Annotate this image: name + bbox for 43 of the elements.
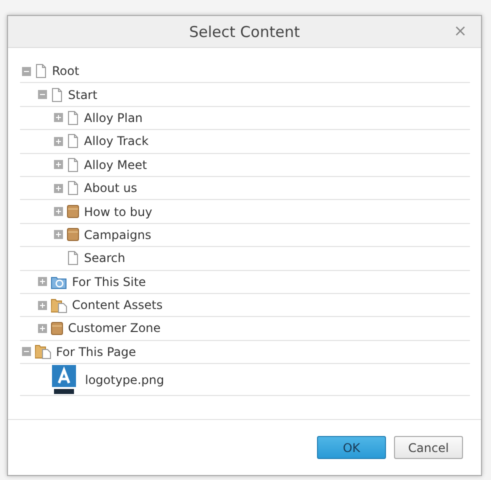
expand-toggle[interactable] (54, 184, 63, 193)
tree-item[interactable]: Start (68, 88, 98, 102)
folder-page-icon (51, 298, 67, 313)
expand-toggle[interactable] (54, 207, 63, 216)
expand-toggle[interactable] (54, 160, 63, 170)
collapse-toggle[interactable] (22, 66, 31, 76)
expand-toggle[interactable] (54, 230, 63, 240)
box-icon (51, 322, 63, 335)
folder-page-icon (35, 344, 51, 360)
tree-item[interactable]: About us (84, 181, 138, 196)
collapse-toggle[interactable] (22, 347, 31, 356)
image-thumbnail-icon (52, 364, 76, 395)
tree-item[interactable]: Search (84, 251, 126, 266)
page-icon (51, 88, 63, 102)
expand-toggle[interactable] (54, 113, 63, 122)
page-icon (67, 110, 79, 125)
expand-toggle[interactable] (54, 136, 63, 146)
ok-button[interactable]: OK (317, 436, 386, 459)
collapse-toggle[interactable] (38, 90, 47, 100)
tree-item[interactable]: Alloy Plan (84, 110, 143, 125)
tree-item[interactable]: How to buy (84, 204, 152, 219)
tree-item[interactable]: For This Site (72, 274, 146, 289)
tree-item[interactable]: Content Assets (72, 298, 163, 312)
tree-item[interactable]: Campaigns (84, 228, 152, 242)
page-icon (67, 158, 79, 172)
dialog-title: Select Content (189, 22, 300, 40)
page-icon (35, 64, 47, 78)
expand-toggle[interactable] (38, 324, 47, 333)
page-icon (67, 134, 79, 148)
expand-toggle[interactable] (38, 277, 47, 286)
tree-item[interactable]: Customer Zone (68, 321, 161, 336)
tree-item[interactable]: Alloy Meet (84, 158, 147, 172)
tree-item[interactable]: Alloy Track (84, 134, 149, 148)
expand-toggle[interactable] (38, 300, 47, 310)
tree-item[interactable]: Root (52, 64, 80, 78)
page-icon (67, 251, 79, 266)
page-icon (67, 181, 79, 196)
cancel-button[interactable]: Cancel (394, 436, 463, 459)
tree-item[interactable]: For This Page (56, 344, 136, 359)
globe-folder-icon (51, 274, 67, 289)
tree-item[interactable]: logotype.png (85, 372, 164, 387)
box-icon (67, 205, 79, 218)
box-icon (67, 228, 79, 242)
